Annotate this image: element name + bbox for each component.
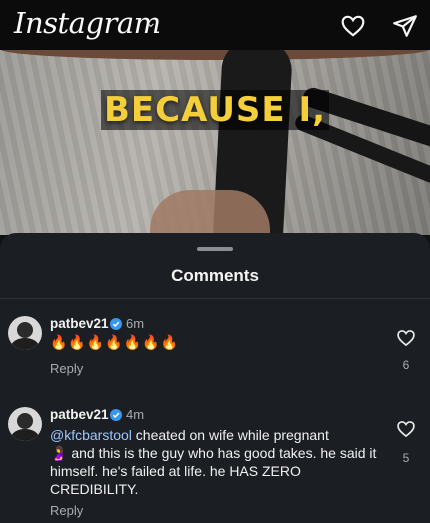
like-count: 6 — [402, 358, 410, 372]
verified-badge-icon — [110, 318, 122, 330]
comment-text: 🔥🔥🔥🔥🔥🔥🔥 — [50, 334, 180, 350]
like-count: 5 — [402, 451, 410, 465]
like-heart-icon[interactable] — [396, 328, 416, 348]
video-caption-text: BECAUSE I, — [100, 90, 330, 130]
avatar-head — [17, 322, 33, 338]
comments-sheet: Comments patbev21 6m 🔥🔥🔥🔥🔥🔥🔥 Reply 6 pat… — [0, 233, 430, 523]
comment-username[interactable]: patbev21 — [50, 407, 109, 422]
pregnant-woman-emoji: 🤰 — [50, 445, 68, 461]
heart-icon[interactable] — [340, 13, 366, 39]
verified-badge-icon — [110, 409, 122, 421]
avatar[interactable] — [8, 407, 42, 441]
avatar[interactable] — [8, 316, 42, 350]
top-bar: Instagram ⌄ — [0, 0, 430, 50]
like-heart-icon[interactable] — [396, 419, 416, 439]
hand — [150, 190, 270, 235]
reply-button[interactable]: Reply — [50, 361, 83, 376]
send-icon[interactable] — [392, 13, 418, 39]
mention-link[interactable]: @kfcbarstool — [50, 427, 132, 443]
sheet-title: Comments — [171, 266, 259, 285]
reply-button[interactable]: Reply — [50, 503, 83, 518]
avatar-body — [11, 429, 39, 441]
comment-text-part: and this is the guy who has good takes. … — [50, 445, 377, 497]
avatar-body — [11, 338, 39, 350]
avatar-head — [17, 413, 33, 429]
chevron-down-icon[interactable]: ⌄ — [145, 14, 157, 31]
sheet-drag-handle[interactable] — [197, 247, 233, 251]
comment-time: 6m — [126, 316, 145, 331]
comment-username[interactable]: patbev21 — [50, 316, 109, 331]
instagram-logo[interactable]: Instagram — [14, 6, 161, 40]
comment-text-part: cheated on wife while pregnant — [131, 427, 329, 443]
video-player[interactable]: BECAUSE I, — [0, 50, 430, 235]
video-caption: BECAUSE I, — [0, 90, 430, 130]
comment-text: @kfcbarstool cheated on wife while pregn… — [50, 426, 380, 498]
divider — [0, 298, 430, 299]
comment-time: 4m — [126, 407, 145, 422]
